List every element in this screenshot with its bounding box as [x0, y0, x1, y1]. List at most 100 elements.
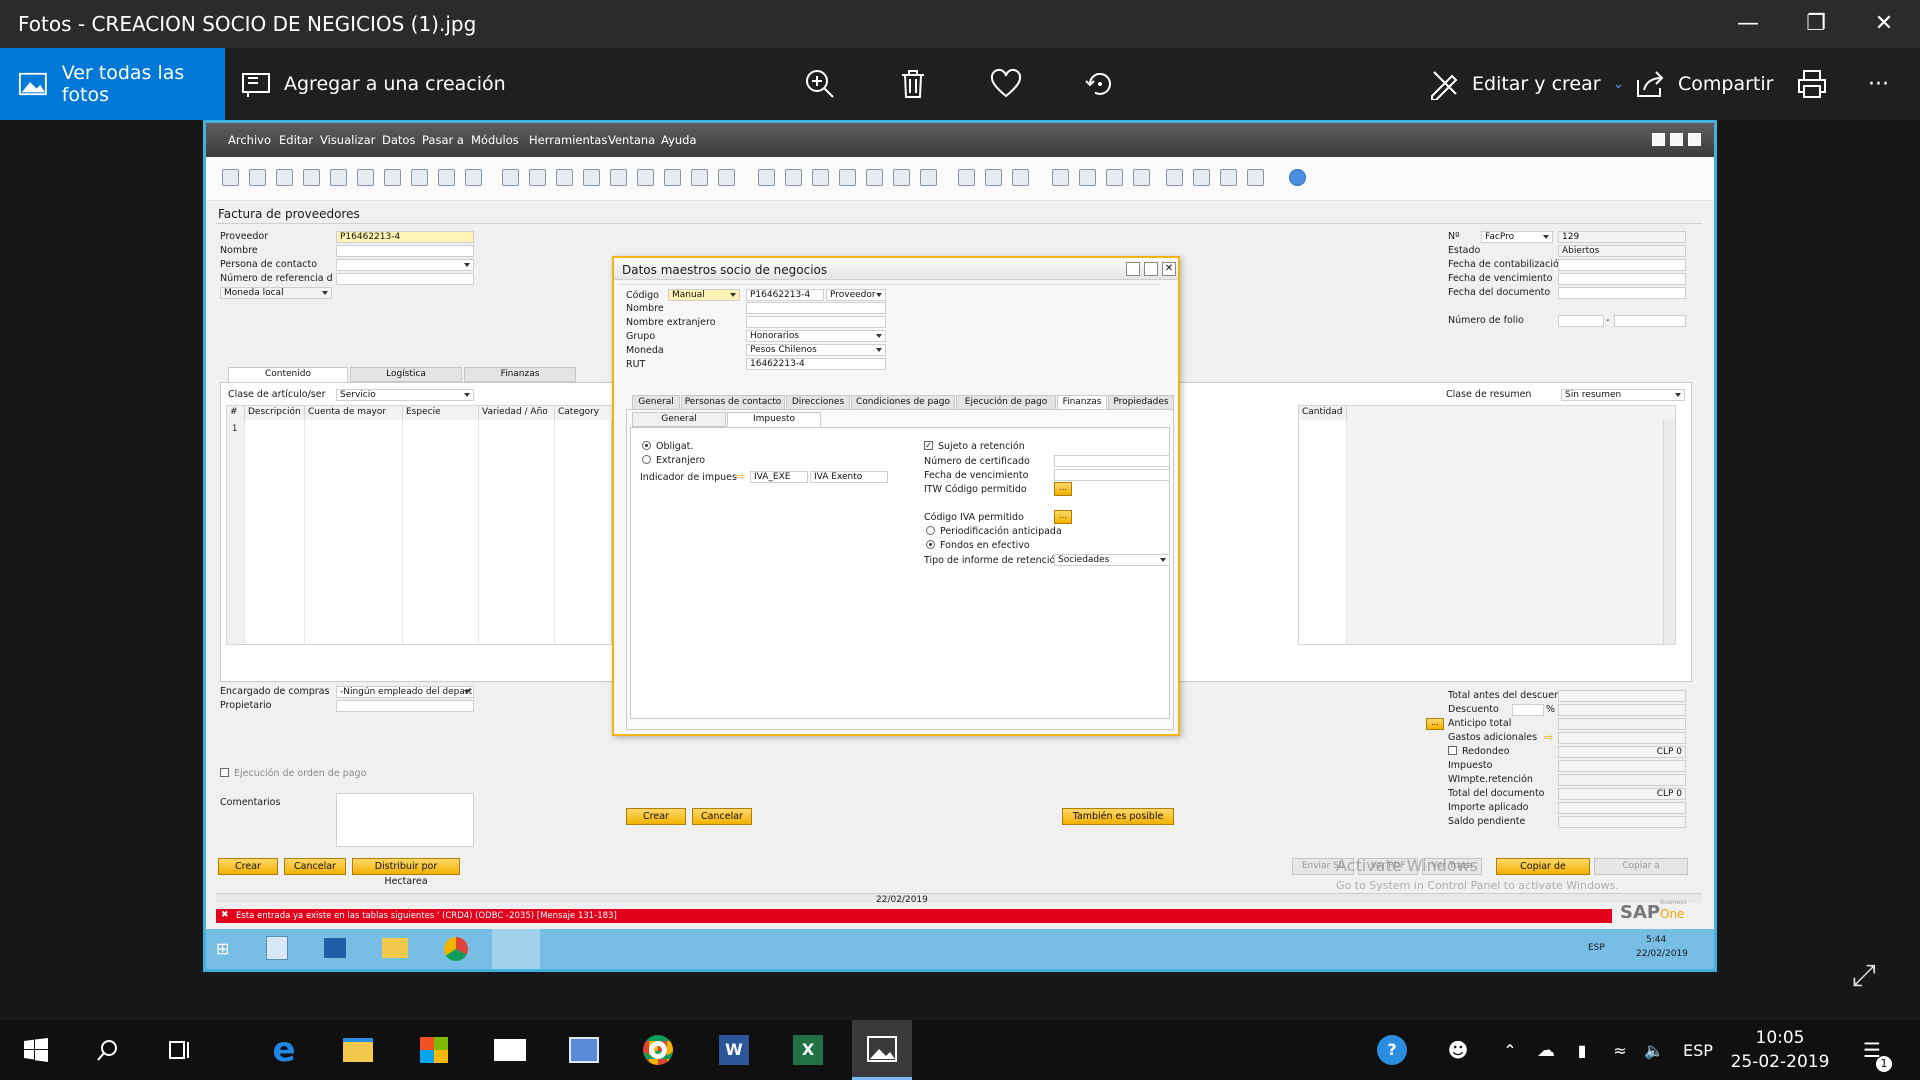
calculator-icon[interactable]	[1106, 169, 1123, 186]
word-icon[interactable]	[384, 169, 401, 186]
iva-perm-button[interactable]: ...	[1054, 510, 1072, 524]
menu-visualizar[interactable]: Visualizar	[320, 133, 375, 147]
layout-icon[interactable]	[411, 169, 428, 186]
add-to-creation-button[interactable]: Agregar a una creación	[240, 48, 506, 120]
taskbar-store[interactable]	[404, 1020, 464, 1080]
taskbar-mail[interactable]	[480, 1020, 540, 1080]
proveedor-field[interactable]: P16462213-4	[336, 231, 474, 243]
form-settings-icon[interactable]	[1052, 169, 1069, 186]
taskbar-edge[interactable]: e	[254, 1020, 314, 1080]
rotate-button[interactable]	[1084, 48, 1116, 120]
sms-icon[interactable]	[303, 169, 320, 186]
menu-pasar-a[interactable]: Pasar a	[422, 133, 464, 147]
sap-restore-icon[interactable]	[1670, 133, 1683, 146]
dialog-nombre-field[interactable]	[746, 302, 886, 314]
obligat-radio[interactable]	[642, 441, 651, 450]
tray-language[interactable]: ESP	[1668, 1020, 1728, 1080]
indicador-link-arrow-icon[interactable]: ⇨	[736, 470, 745, 483]
restore-button[interactable]: ❐	[1782, 0, 1850, 48]
f-doc-field[interactable]	[1558, 287, 1686, 299]
taskbar-explorer[interactable]	[328, 1020, 388, 1080]
zoom-in-button[interactable]	[804, 48, 836, 120]
dtab-ejecucion[interactable]: Ejecución de pago	[956, 395, 1056, 410]
sort-icon[interactable]	[718, 169, 735, 186]
tray-time[interactable]: 10:05	[1730, 1028, 1830, 1048]
taskbar-photos[interactable]	[852, 1020, 912, 1080]
resumen-dropdown[interactable]: Sin resumen	[1561, 389, 1685, 401]
dialog-minimize-icon[interactable]	[1126, 262, 1140, 276]
save-icon[interactable]	[330, 169, 347, 186]
fecha-venc-field[interactable]	[1054, 469, 1170, 481]
dtab-propiedades[interactable]: Propiedades	[1108, 395, 1174, 410]
menu-herramientas[interactable]: Herramientas	[529, 133, 607, 147]
help-tray-button[interactable]: ?	[1362, 1020, 1422, 1080]
menu-datos[interactable]: Datos	[382, 133, 415, 147]
folio-number-field[interactable]	[1614, 315, 1686, 327]
doc-number-field[interactable]: 129	[1558, 231, 1686, 243]
num-cert-field[interactable]	[1054, 455, 1170, 467]
numref-field[interactable]	[336, 273, 474, 285]
volume-icon[interactable]	[866, 169, 883, 186]
propietario-field[interactable]	[336, 700, 474, 712]
share-button[interactable]: Compartir	[1634, 48, 1773, 120]
clase-dropdown[interactable]: Servicio	[336, 389, 474, 401]
alert-icon[interactable]	[1079, 169, 1096, 186]
first-record-icon[interactable]	[556, 169, 573, 186]
tab-finanzas[interactable]: Finanzas	[464, 367, 576, 382]
add-icon[interactable]	[529, 169, 546, 186]
report-icon[interactable]	[1247, 169, 1264, 186]
sap-close-icon[interactable]	[1688, 133, 1701, 146]
tipo-inf-dropdown[interactable]: Sociedades	[1054, 554, 1170, 566]
draft-icon[interactable]	[920, 169, 937, 186]
menu-archivo[interactable]: Archivo	[228, 133, 271, 147]
link-arrow-icon[interactable]: ⇨	[1544, 731, 1553, 744]
payment-icon[interactable]	[839, 169, 856, 186]
gross-profit-icon[interactable]	[812, 169, 829, 186]
redondeo-checkbox[interactable]	[1448, 746, 1457, 755]
taskbar-remote[interactable]	[554, 1020, 614, 1080]
fondos-radio[interactable]	[926, 540, 935, 549]
moneda-dropdown[interactable]: Moneda local	[220, 287, 332, 299]
close-button[interactable]: ✕	[1850, 0, 1918, 48]
tambien-es-posible-button[interactable]: También es posible	[1062, 808, 1174, 825]
codigo-field[interactable]: P16462213-4	[746, 289, 824, 301]
sujeto-checkbox[interactable]: ✓	[924, 441, 933, 450]
sap-minimize-icon[interactable]	[1652, 133, 1665, 146]
taskbar-excel[interactable]: X	[778, 1020, 838, 1080]
dialog-close-icon[interactable]: ✕	[1162, 262, 1176, 276]
grupo-dropdown[interactable]: Honorarios	[746, 330, 886, 342]
new-icon[interactable]	[222, 169, 239, 186]
edit-icon[interactable]	[958, 169, 975, 186]
move-icon[interactable]	[438, 169, 455, 186]
lock-icon[interactable]	[465, 169, 482, 186]
dtab-general[interactable]: General	[632, 395, 680, 410]
last-record-icon[interactable]	[637, 169, 654, 186]
delete-button[interactable]	[897, 48, 929, 120]
itw-button[interactable]: ...	[1054, 482, 1072, 496]
target-document-icon[interactable]	[785, 169, 802, 186]
more-options-button[interactable]: ···	[1868, 48, 1889, 120]
cancelar-button[interactable]: Cancelar	[284, 858, 346, 875]
dtab-condiciones[interactable]: Condiciones de pago	[851, 395, 955, 410]
base-document-icon[interactable]	[758, 169, 775, 186]
menu-editar[interactable]: Editar	[279, 133, 313, 147]
distribuir-button[interactable]: Distribuir por Hectarea	[352, 858, 460, 887]
journal-icon[interactable]	[893, 169, 910, 186]
f-venc-field[interactable]	[1558, 273, 1686, 285]
copiar-a-button[interactable]: Copiar a	[1594, 858, 1688, 875]
tab-logistica[interactable]: Logística	[350, 367, 462, 382]
rut-field[interactable]: 16462213-4	[746, 358, 886, 370]
subtab-impuesto[interactable]: Impuesto	[727, 412, 821, 427]
crm-icon[interactable]	[1220, 169, 1237, 186]
tab-contenido[interactable]: Contenido	[228, 367, 348, 382]
f-cont-field[interactable]	[1558, 259, 1686, 271]
approve-icon[interactable]	[1012, 169, 1029, 186]
extranjero-radio[interactable]	[642, 455, 651, 464]
dtab-finanzas[interactable]: Finanzas	[1057, 395, 1107, 410]
find-icon[interactable]	[502, 169, 519, 186]
tray-date[interactable]: 25-02-2019	[1730, 1052, 1830, 1072]
folio-prefix-field[interactable]	[1558, 315, 1604, 327]
favorite-button[interactable]	[990, 48, 1022, 120]
grid-scrollbar[interactable]	[1663, 420, 1675, 644]
menu-ayuda[interactable]: Ayuda	[661, 133, 697, 147]
